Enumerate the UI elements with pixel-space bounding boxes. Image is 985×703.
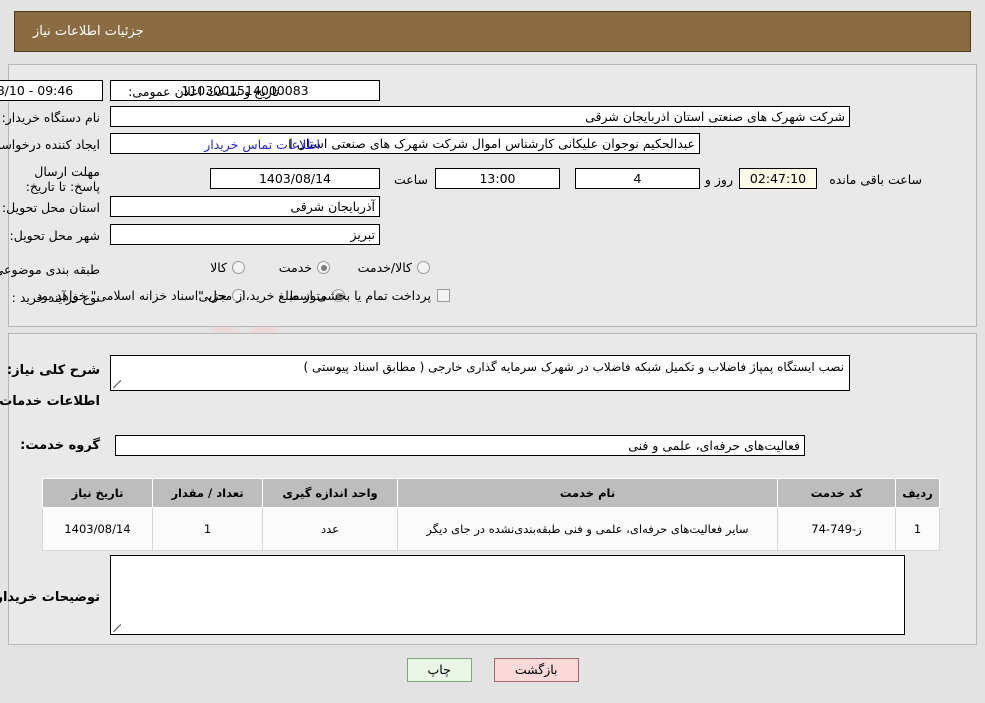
treasury-bond-checkbox[interactable]: پرداخت تمام یا بخشی از مبلغ خرید،از محل … [32, 288, 450, 303]
cell-unit: عدد [262, 507, 398, 551]
table-header-row: ردیف کد خدمت نام خدمت واحد اندازه گیری ت… [42, 478, 940, 508]
category-radio-kala[interactable]: کالا [210, 260, 245, 275]
city-field[interactable]: تبریز [110, 224, 380, 245]
action-buttons: بازگشت چاپ [0, 658, 985, 682]
services-table: ردیف کد خدمت نام خدمت واحد اندازه گیری ت… [42, 478, 940, 551]
summary-textarea[interactable]: نصب ایستگاه پمپاژ فاضلاب و تکمیل شبکه فا… [110, 355, 850, 391]
back-button[interactable]: بازگشت [493, 658, 579, 682]
page-title: جزئیات اطلاعات نیاز [33, 24, 144, 39]
checkbox-indicator[interactable] [437, 289, 450, 302]
days-label: روز و [704, 172, 733, 187]
cell-row-no: 1 [895, 507, 940, 551]
col-header-quantity: تعداد / مقدار [152, 478, 263, 508]
category-option-label: کالا [210, 260, 227, 275]
summary-label: شرح کلی نیاز: [6, 363, 100, 378]
buyer-contact-link[interactable]: اطلاعات تماس خریدار [204, 137, 320, 152]
category-radio-kala-khedmat[interactable]: کالا/خدمت [358, 260, 430, 275]
col-header-date: تاریخ نیاز [42, 478, 153, 508]
creator-field[interactable]: عبدالحکیم نوجوان علیکانی کارشناس اموال ش… [110, 133, 700, 154]
category-option-label: کالا/خدمت [357, 260, 412, 275]
buyer-org-field[interactable]: شرکت شهرک های صنعتی استان اذربایجان شرقی [110, 106, 850, 127]
category-radio-khedmat[interactable]: خدمت [279, 260, 330, 275]
cell-service-name: سایر فعالیت‌های حرفه‌ای، علمی و فنی طبقه… [397, 507, 778, 551]
cell-quantity: 1 [152, 507, 263, 551]
countdown-label: ساعت باقی مانده [829, 172, 922, 187]
page-title-bar: جزئیات اطلاعات نیاز [14, 11, 971, 52]
service-group-label: گروه خدمت: [20, 438, 100, 453]
cell-service-code: ز-749-74 [777, 507, 896, 551]
col-header-name: نام خدمت [397, 478, 778, 508]
page-root: AriaTender.net جزئیات اطلاعات نیاز شماره… [0, 0, 985, 703]
col-header-row-no: ردیف [895, 478, 940, 508]
radio-indicator[interactable] [317, 261, 330, 274]
cell-need-date: 1403/08/14 [42, 507, 153, 551]
buyer-notes-label: توضیحات خریدار: [0, 590, 100, 605]
province-field[interactable]: آذربایجان شرقی [110, 196, 380, 217]
creator-label: ایجاد کننده درخواست: [0, 137, 100, 152]
province-label: استان محل تحویل: [1, 200, 100, 215]
radio-indicator[interactable] [232, 261, 245, 274]
deadline-hour-label: ساعت [393, 172, 428, 187]
deadline-label: مهلت ارسال پاسخ: تا تاریخ: [25, 164, 100, 194]
buyer-org-label: نام دستگاه خریدار: [1, 110, 100, 125]
col-header-code: کد خدمت [777, 478, 896, 508]
category-label: طبقه بندی موضوعی: [0, 262, 100, 277]
col-header-unit: واحد اندازه گیری [262, 478, 398, 508]
treasury-checkbox-label: پرداخت تمام یا بخشی از مبلغ خرید،از محل … [32, 288, 431, 303]
print-button[interactable]: چاپ [406, 658, 472, 682]
city-label: شهر محل تحویل: [9, 228, 100, 243]
deadline-hour-field[interactable]: 13:00 [435, 168, 560, 189]
table-row: 1 ز-749-74 سایر فعالیت‌های حرفه‌ای، علمی… [42, 507, 940, 551]
radio-indicator[interactable] [417, 261, 430, 274]
services-section-title: اطلاعات خدمات مورد نیاز [0, 394, 100, 409]
buyer-notes-textarea[interactable] [110, 555, 905, 635]
deadline-date-field[interactable]: 1403/08/14 [210, 168, 380, 189]
category-option-label: خدمت [278, 260, 312, 275]
countdown-timer-field: 02:47:10 [739, 168, 817, 189]
announce-datetime-label: تاریخ و ساعت اعلان عمومی: [128, 84, 279, 99]
service-group-field[interactable]: فعالیت‌های حرفه‌ای، علمی و فنی [115, 435, 805, 456]
announce-datetime-field[interactable]: 1403/08/10 - 09:46 [0, 80, 103, 101]
days-remaining-field[interactable]: 4 [575, 168, 700, 189]
